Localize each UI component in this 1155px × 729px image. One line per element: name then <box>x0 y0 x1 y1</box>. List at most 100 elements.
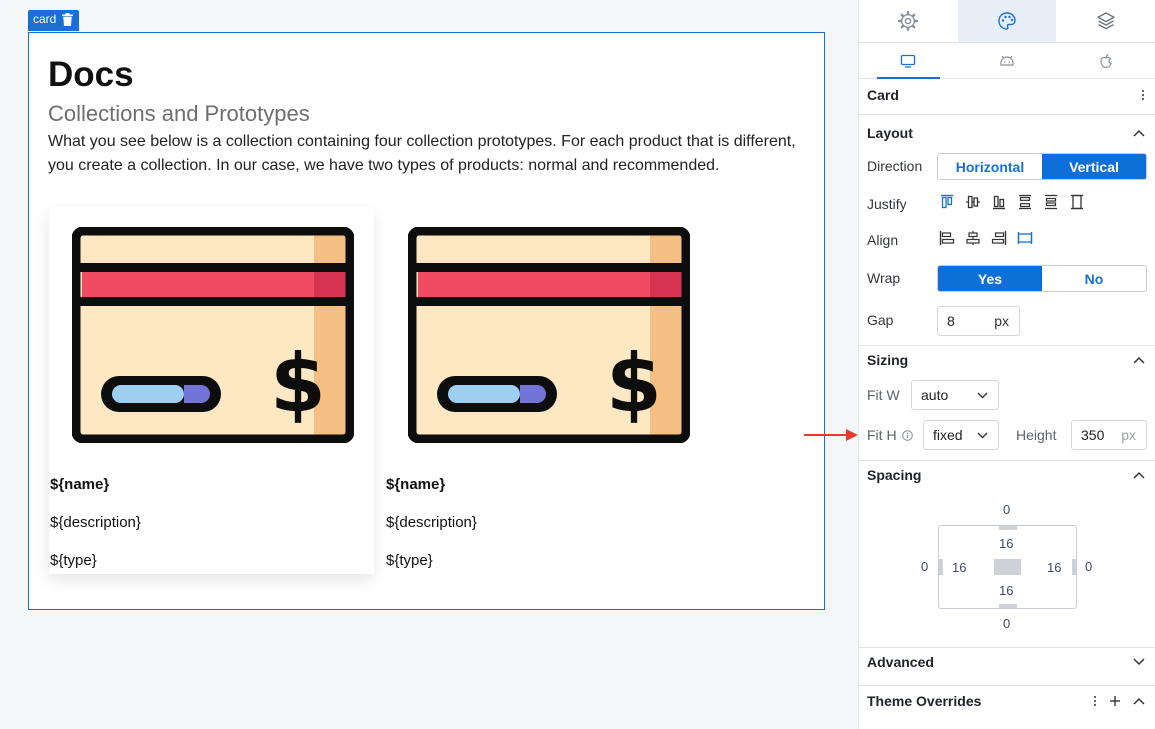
pointer-arrow-icon <box>804 429 858 441</box>
properties-panel: Card Layout Direction Horizontal Vertica… <box>858 0 1155 729</box>
tab-settings[interactable] <box>859 0 958 42</box>
selection-tag-label: card <box>33 12 57 26</box>
chevron-up-icon[interactable] <box>1133 129 1145 137</box>
height-label: Height <box>1016 427 1057 443</box>
palette-icon <box>998 12 1016 30</box>
svg-text:$: $ <box>270 337 326 430</box>
wrap-no-option[interactable]: No <box>1042 266 1146 291</box>
align-center-icon[interactable] <box>965 230 981 246</box>
align-options <box>939 230 1033 246</box>
fit-h-label: Fit H <box>867 427 897 443</box>
direction-toggle: Horizontal Vertical <box>937 153 1147 180</box>
info-icon[interactable] <box>901 429 913 441</box>
selection-tag[interactable]: card <box>28 10 80 31</box>
padding-left-handle[interactable] <box>939 559 943 575</box>
margin-right-value[interactable]: 0 <box>1085 559 1092 574</box>
trash-icon[interactable] <box>62 13 74 26</box>
padding-bottom-value[interactable]: 16 <box>999 583 1013 598</box>
sizing-section-header[interactable]: Sizing <box>867 350 1145 370</box>
prototype-name: ${name} <box>386 476 446 493</box>
padding-right-handle[interactable] <box>1072 559 1076 575</box>
more-vertical-icon[interactable] <box>1093 695 1097 707</box>
tab-ios[interactable] <box>1056 43 1155 78</box>
canvas[interactable]: card Docs Collections and Prototypes Wha… <box>0 0 858 729</box>
fit-h-label-group: Fit H <box>867 427 913 443</box>
content-box <box>994 559 1021 575</box>
direction-label: Direction <box>867 158 923 174</box>
collection-prototype-card[interactable]: $ ${name} ${description} ${type} <box>385 207 710 574</box>
more-vertical-icon[interactable] <box>1141 89 1145 101</box>
spacing-box: 16 16 16 16 <box>938 525 1077 609</box>
tab-layers[interactable] <box>1056 0 1155 42</box>
align-label: Align <box>867 232 899 248</box>
padding-bottom-handle[interactable] <box>999 604 1017 608</box>
component-header: Card <box>867 85 1145 105</box>
chevron-up-icon[interactable] <box>1133 471 1145 479</box>
padding-right-value[interactable]: 16 <box>1047 560 1061 575</box>
justify-center-icon[interactable] <box>965 194 981 210</box>
panel-top-tabs <box>859 0 1155 43</box>
align-end-icon[interactable] <box>991 230 1007 246</box>
chevron-up-icon[interactable] <box>1133 356 1145 364</box>
justify-start-icon[interactable] <box>939 194 955 210</box>
theme-overrides-title: Theme Overrides <box>867 693 982 709</box>
fit-h-value: fixed <box>933 427 963 443</box>
prototype-description: ${description} <box>50 514 141 531</box>
credit-card-icon: $ <box>408 227 690 443</box>
layout-section-header[interactable]: Layout <box>867 123 1145 143</box>
desktop-icon <box>901 54 916 68</box>
prototype-description: ${description} <box>386 514 477 531</box>
page-title: Docs <box>48 55 134 94</box>
height-unit: px <box>1121 427 1136 443</box>
padding-left-value[interactable]: 16 <box>952 560 966 575</box>
theme-overrides-header[interactable]: Theme Overrides <box>867 691 1145 711</box>
gap-label: Gap <box>867 312 894 328</box>
fit-w-label: Fit W <box>867 387 900 403</box>
justify-space-around-icon[interactable] <box>1043 194 1059 210</box>
sizing-title: Sizing <box>867 352 909 368</box>
chevron-up-icon[interactable] <box>1133 697 1145 705</box>
prototype-type: ${type} <box>50 552 97 569</box>
fit-w-value: auto <box>921 387 949 403</box>
gap-value: 8 <box>947 313 955 329</box>
padding-top-value[interactable]: 16 <box>999 536 1013 551</box>
advanced-title: Advanced <box>867 654 934 670</box>
chevron-down-icon[interactable] <box>1133 658 1145 666</box>
height-input[interactable]: 350 px <box>1071 420 1147 450</box>
gap-input[interactable]: 8 px <box>937 306 1020 336</box>
margin-top-value[interactable]: 0 <box>1003 502 1010 517</box>
apple-icon <box>1100 53 1112 68</box>
gap-unit: px <box>994 313 1009 329</box>
chevron-down-icon <box>977 432 988 438</box>
fit-h-select[interactable]: fixed <box>923 420 999 450</box>
direction-vertical-option[interactable]: Vertical <box>1042 154 1146 179</box>
align-start-icon[interactable] <box>939 230 955 246</box>
fit-w-select[interactable]: auto <box>911 380 999 410</box>
margin-bottom-value[interactable]: 0 <box>1003 616 1010 631</box>
justify-space-between-icon[interactable] <box>1017 194 1033 210</box>
margin-left-value[interactable]: 0 <box>921 559 928 574</box>
spacing-section-header[interactable]: Spacing <box>867 465 1145 485</box>
padding-top-handle[interactable] <box>999 526 1017 530</box>
layout-title: Layout <box>867 125 913 141</box>
prototype-type: ${type} <box>386 552 433 569</box>
collection-prototype-card[interactable]: $ ${name} ${description} ${type} <box>49 207 374 574</box>
gear-icon <box>898 11 919 31</box>
tab-android[interactable] <box>958 43 1057 78</box>
tab-desktop[interactable] <box>859 43 958 79</box>
justify-end-icon[interactable] <box>991 194 1007 210</box>
plus-icon[interactable] <box>1109 695 1121 707</box>
align-stretch-icon[interactable] <box>1017 230 1033 246</box>
wrap-yes-option[interactable]: Yes <box>938 266 1042 291</box>
device-tabs <box>859 43 1155 79</box>
advanced-section-header[interactable]: Advanced <box>867 652 1145 672</box>
layers-icon <box>1096 12 1115 30</box>
card-component[interactable]: Docs Collections and Prototypes What you… <box>28 32 825 610</box>
android-icon <box>1000 55 1014 66</box>
justify-stretch-icon[interactable] <box>1069 194 1085 210</box>
direction-horizontal-option[interactable]: Horizontal <box>938 154 1042 179</box>
justify-options <box>939 194 1085 210</box>
description-text: What you see below is a collection conta… <box>48 133 796 174</box>
credit-card-icon: $ <box>72 227 354 443</box>
tab-style[interactable] <box>957 0 1057 42</box>
